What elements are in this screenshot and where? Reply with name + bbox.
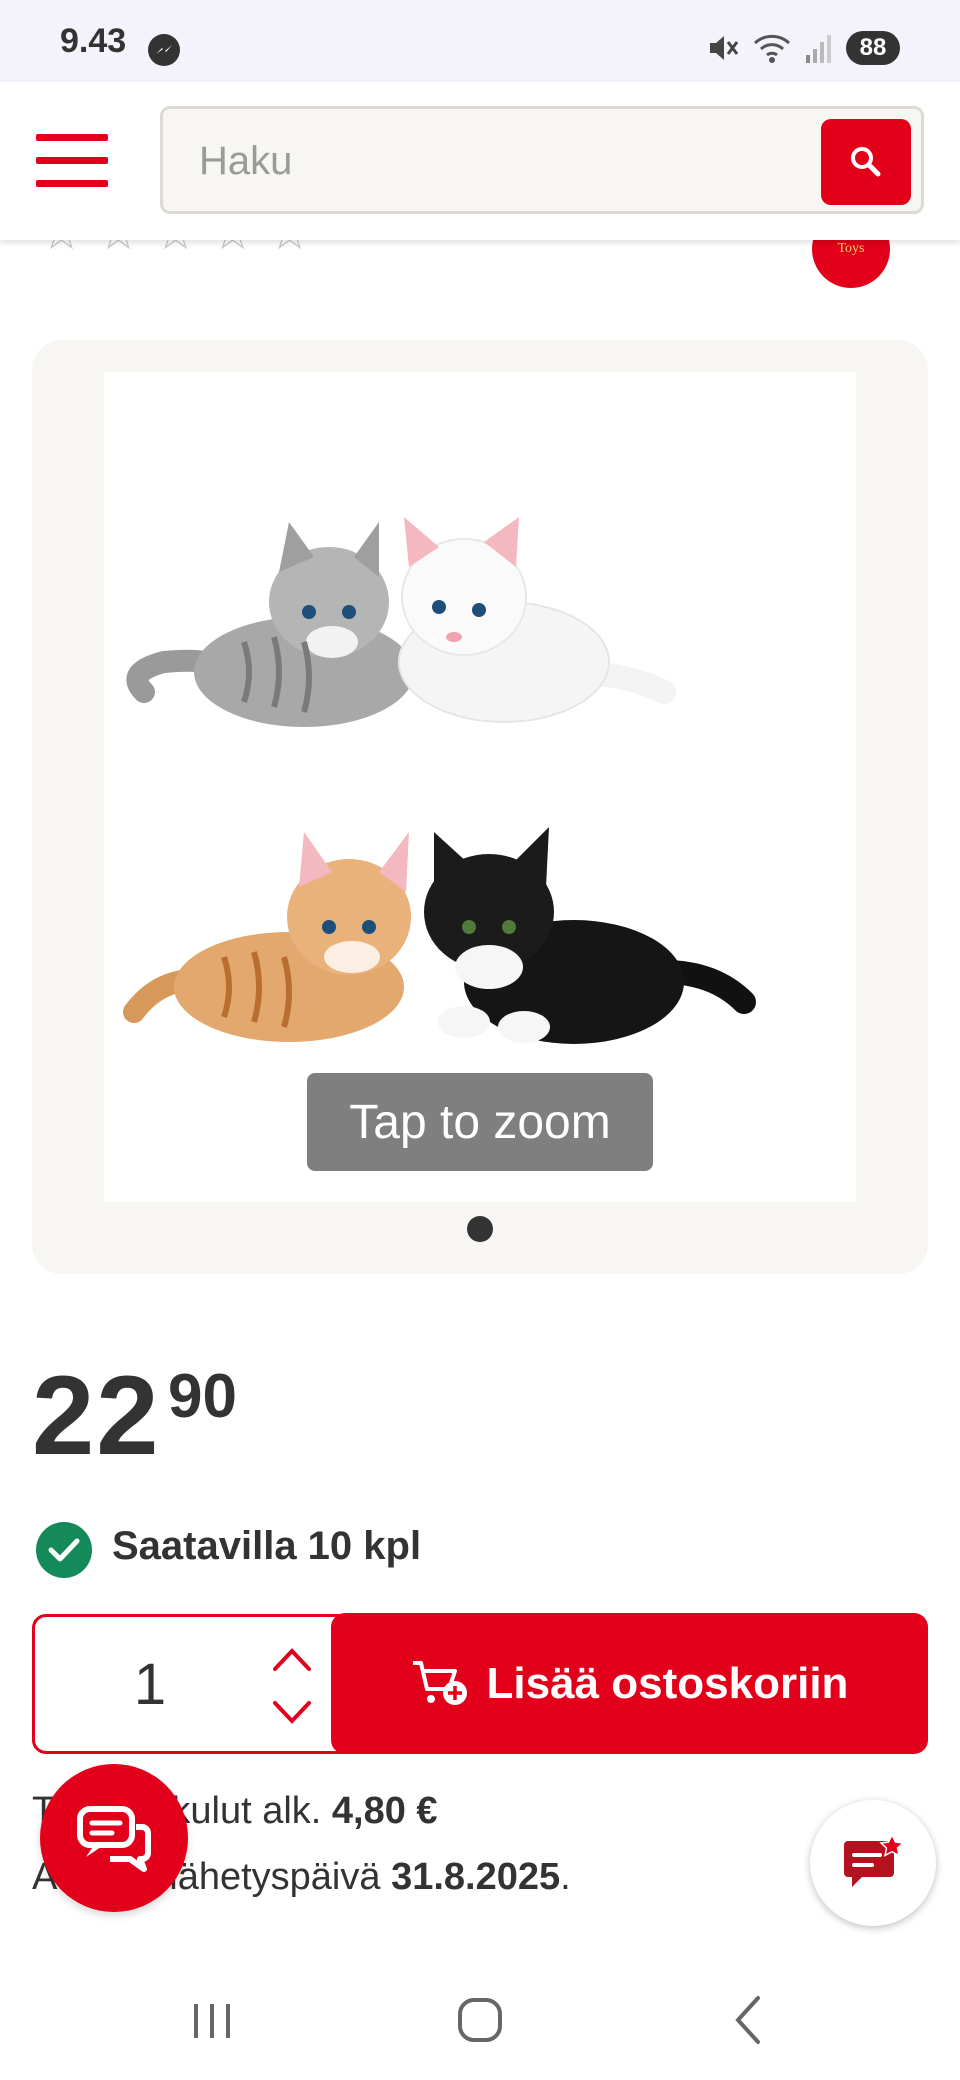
hamburger-icon[interactable] xyxy=(36,134,108,188)
mute-icon xyxy=(710,36,739,60)
price-whole: 22 xyxy=(32,1353,161,1478)
chevron-down-icon[interactable] xyxy=(267,1693,317,1733)
status-icons: 88 xyxy=(706,30,900,66)
shipping-cost-value: 4,80 € xyxy=(331,1790,438,1832)
price-cents: 90 xyxy=(168,1362,237,1431)
cart-plus-icon xyxy=(412,1660,467,1705)
search-box xyxy=(160,106,924,214)
status-time: 9.43 xyxy=(60,22,127,60)
status-bar: 9.43 88 xyxy=(0,0,960,82)
header xyxy=(0,82,960,240)
tap-to-zoom-hint[interactable]: Tap to zoom xyxy=(307,1073,653,1171)
add-to-cart-label: Lisää ostoskoriin xyxy=(486,1658,849,1708)
search-input[interactable] xyxy=(197,135,801,187)
chat-bubbles-icon xyxy=(77,1806,151,1872)
search-icon xyxy=(851,147,881,177)
search-button[interactable] xyxy=(821,119,911,205)
availability-text: Saatavilla 10 kpl xyxy=(112,1524,422,1568)
gallery-dot-active[interactable] xyxy=(467,1216,493,1242)
chat-button[interactable] xyxy=(40,1764,188,1912)
wifi-icon xyxy=(753,34,791,63)
messenger-icon xyxy=(148,34,180,66)
quantity-stepper: 1 xyxy=(32,1614,358,1754)
add-to-cart-button[interactable]: Lisää ostoskoriin xyxy=(331,1613,928,1754)
signal-icon xyxy=(806,35,831,63)
quantity-input[interactable]: 1 xyxy=(105,1645,195,1725)
system-nav-bar xyxy=(0,1950,960,2080)
home-icon[interactable] xyxy=(450,1990,510,2050)
chevron-up-icon[interactable] xyxy=(267,1639,317,1679)
dispatch-date-value: 31.8.2025 xyxy=(391,1856,561,1898)
recent-apps-icon[interactable] xyxy=(182,1990,242,2050)
dispatch-date-suffix: . xyxy=(560,1856,571,1898)
check-circle-icon xyxy=(36,1522,92,1578)
feedback-button[interactable] xyxy=(810,1800,936,1926)
battery-indicator: 88 xyxy=(846,31,900,65)
back-icon[interactable] xyxy=(720,1990,780,2050)
feedback-star-icon xyxy=(844,1833,905,1887)
